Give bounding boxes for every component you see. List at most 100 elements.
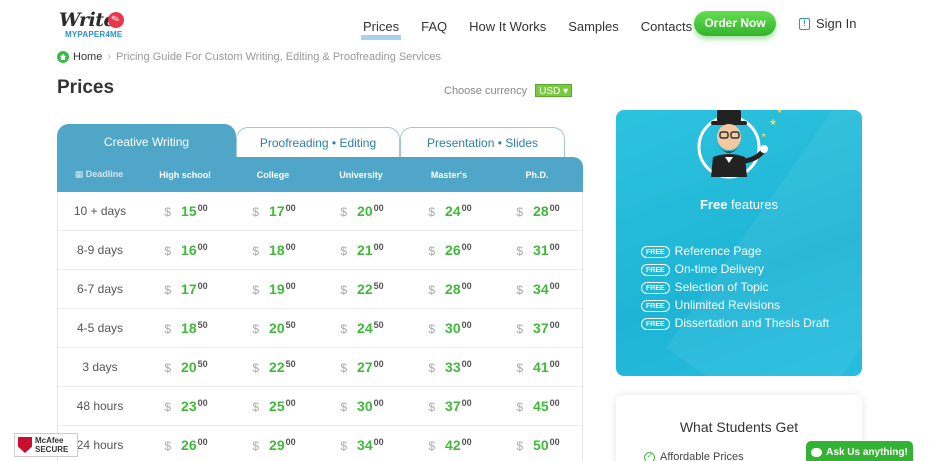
- price-cell[interactable]: $4500: [494, 398, 582, 414]
- price-whole: 34: [533, 281, 549, 297]
- price-cell[interactable]: $2250: [230, 359, 318, 375]
- price-cents: 00: [373, 398, 384, 408]
- header-phd: Ph.D.: [525, 169, 549, 180]
- price-cell[interactable]: $4200: [406, 437, 494, 453]
- price-cell[interactable]: $3100: [494, 242, 582, 258]
- price-cell[interactable]: $3400: [494, 281, 582, 297]
- price-cents: 00: [285, 281, 296, 291]
- price-whole: 34: [357, 437, 373, 453]
- price-cell[interactable]: $3700: [406, 398, 494, 414]
- price-cents: 50: [373, 320, 384, 330]
- price-cell[interactable]: $1600: [142, 242, 230, 258]
- header-university: University: [339, 169, 383, 180]
- free-feature-item: FREE Reference Page: [641, 242, 851, 260]
- breadcrumb-separator: ›: [107, 51, 112, 63]
- mcafee-badge[interactable]: McAfee SECURE: [14, 433, 78, 457]
- price-cell[interactable]: $2800: [406, 281, 494, 297]
- breadcrumb-current: Pricing Guide For Custom Writing, Editin…: [116, 51, 442, 63]
- currency-label: Choose currency: [444, 84, 528, 97]
- price-whole: 24: [445, 203, 461, 219]
- nav-samples[interactable]: Samples: [568, 19, 619, 34]
- home-icon[interactable]: [57, 51, 69, 63]
- price-cents: 00: [285, 398, 296, 408]
- price-whole: 15: [181, 203, 197, 219]
- price-whole: 37: [533, 320, 549, 336]
- price-cell[interactable]: $2250: [318, 281, 406, 297]
- table-row: 24 hours $2600 $2900 $3400 $4200 $5000: [58, 426, 582, 461]
- currency-symbol: $: [428, 283, 436, 297]
- tab-proofreading-editing[interactable]: Proofreading • Editing: [236, 127, 400, 158]
- free-feature-item: FREE On-time Delivery: [641, 260, 851, 278]
- chat-button[interactable]: Ask Us anything!: [806, 441, 913, 461]
- nav-contacts[interactable]: Contacts: [641, 19, 692, 34]
- site-logo[interactable]: Write ✎ MYPAPER4ME: [57, 9, 137, 41]
- price-cell[interactable]: $2700: [318, 359, 406, 375]
- price-cell[interactable]: $2100: [318, 242, 406, 258]
- deadline-cell: 48 hours: [76, 399, 124, 413]
- price-cell[interactable]: $2450: [318, 320, 406, 336]
- price-cell[interactable]: $2800: [494, 203, 582, 219]
- order-now-button[interactable]: Order Now: [694, 11, 776, 36]
- check-icon: ✓: [644, 451, 655, 461]
- mcafee-line1: McAfee: [35, 436, 64, 445]
- free-feature-item: FREE Unlimited Revisions: [641, 296, 851, 314]
- chat-button-label: Ask Us anything!: [826, 446, 908, 458]
- svg-text:★: ★: [777, 110, 782, 115]
- free-badge: FREE: [641, 300, 670, 312]
- price-cell[interactable]: $2500: [230, 398, 318, 414]
- currency-symbol: $: [252, 244, 260, 258]
- deadline-cell: 10 + days: [73, 204, 127, 218]
- price-cell[interactable]: $2300: [142, 398, 230, 414]
- students-card-item: ✓ Affordable Prices: [644, 451, 744, 461]
- price-cell[interactable]: $4100: [494, 359, 582, 375]
- price-cell[interactable]: $5000: [494, 437, 582, 453]
- price-cell[interactable]: $2400: [406, 203, 494, 219]
- price-cents: 00: [549, 398, 560, 408]
- main-nav: Prices FAQ How It Works Samples Contacts: [360, 16, 714, 40]
- sign-in-link[interactable]: ! Sign In: [799, 16, 856, 31]
- price-cell[interactable]: $2600: [406, 242, 494, 258]
- currency-symbol: $: [164, 244, 172, 258]
- price-cell[interactable]: $2050: [142, 359, 230, 375]
- price-cell[interactable]: $3400: [318, 437, 406, 453]
- nav-how-it-works[interactable]: How It Works: [469, 19, 546, 34]
- mcafee-shield-icon: [18, 437, 32, 453]
- nav-faq[interactable]: FAQ: [421, 19, 447, 34]
- price-cell[interactable]: $2000: [318, 203, 406, 219]
- price-cell[interactable]: $1500: [142, 203, 230, 219]
- free-feature-label: Dissertation and Thesis Draft: [674, 316, 830, 330]
- price-cell[interactable]: $3700: [494, 320, 582, 336]
- breadcrumb-home[interactable]: Home: [73, 51, 102, 63]
- price-cell[interactable]: $1900: [230, 281, 318, 297]
- price-table-header: ▦ Deadline High school College Universit…: [57, 157, 583, 192]
- price-cell[interactable]: $2050: [230, 320, 318, 336]
- price-cell[interactable]: $1700: [230, 203, 318, 219]
- tab-presentation-slides[interactable]: Presentation • Slides: [400, 127, 565, 158]
- mascot-illustration: ★ ★ ★: [697, 110, 782, 179]
- price-cell[interactable]: $3000: [318, 398, 406, 414]
- table-row: 10 + days $1500 $1700 $2000 $2400 $2800: [58, 192, 582, 231]
- price-cents: 00: [285, 242, 296, 252]
- currency-symbol: $: [164, 205, 172, 219]
- price-cell[interactable]: $2600: [142, 437, 230, 453]
- price-cell[interactable]: $1850: [142, 320, 230, 336]
- price-cell[interactable]: $3300: [406, 359, 494, 375]
- currency-symbol: $: [516, 322, 524, 336]
- price-cents: 00: [285, 203, 296, 213]
- price-cell[interactable]: $3000: [406, 320, 494, 336]
- price-cell[interactable]: $1800: [230, 242, 318, 258]
- price-cell[interactable]: $2900: [230, 437, 318, 453]
- price-cents: 00: [197, 242, 208, 252]
- price-cents: 00: [197, 281, 208, 291]
- price-cents: 00: [461, 281, 472, 291]
- price-table-body: 10 + days $1500 $1700 $2000 $2400 $2800 8-9 da…: [57, 192, 583, 461]
- currency-symbol: $: [252, 400, 260, 414]
- price-cell[interactable]: $1700: [142, 281, 230, 297]
- table-row: 48 hours $2300 $2500 $3000 $3700 $4500: [58, 387, 582, 426]
- currency-select[interactable]: USD ▾: [535, 84, 573, 97]
- tab-creative-writing[interactable]: Creative Writing: [57, 124, 236, 158]
- currency-symbol: $: [428, 400, 436, 414]
- nav-prices[interactable]: Prices: [360, 19, 402, 40]
- svg-text:★: ★: [769, 117, 777, 127]
- price-cents: 00: [461, 320, 472, 330]
